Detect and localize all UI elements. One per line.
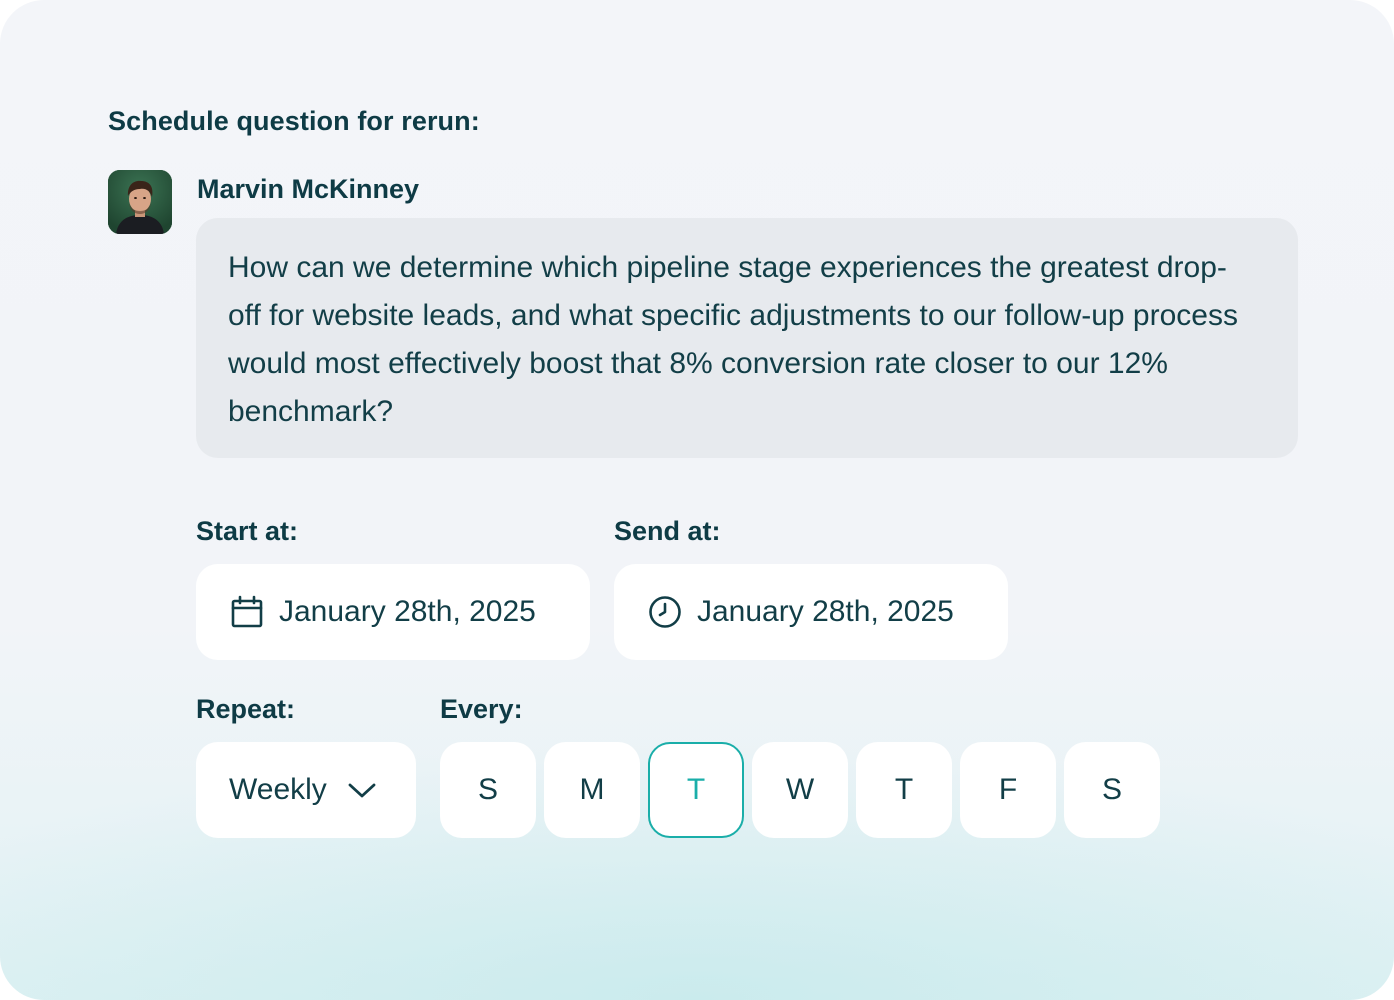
day-sunday-button[interactable]: S xyxy=(440,742,536,838)
question-text: How can we determine which pipeline stag… xyxy=(228,251,1238,428)
repeat-value: Weekly xyxy=(229,773,327,806)
chevron-down-icon xyxy=(347,775,377,805)
calendar-icon xyxy=(230,595,264,629)
every-label: Every: xyxy=(440,694,523,724)
repeat-dropdown[interactable]: Weekly xyxy=(196,742,416,838)
author-name: Marvin McKinney xyxy=(197,174,420,204)
clock-icon xyxy=(648,595,682,629)
day-thursday-button[interactable]: T xyxy=(856,742,952,838)
start-date-picker[interactable]: January 28th, 2025 xyxy=(196,564,590,660)
day-monday-button[interactable]: M xyxy=(544,742,640,838)
day-friday-button[interactable]: F xyxy=(960,742,1056,838)
schedule-card: Schedule question for rerun: Marvin McKi… xyxy=(0,0,1394,1000)
avatar xyxy=(108,170,172,234)
repeat-label: Repeat: xyxy=(196,694,296,724)
start-label: Start at: xyxy=(196,516,299,546)
page-title: Schedule question for rerun: xyxy=(108,106,480,136)
send-time-value: January 28th, 2025 xyxy=(697,595,954,628)
day-wednesday-button[interactable]: W xyxy=(752,742,848,838)
weekday-selector: S M T W T F S xyxy=(440,742,1160,838)
send-label: Send at: xyxy=(614,516,721,546)
question-bubble: How can we determine which pipeline stag… xyxy=(196,218,1298,458)
day-saturday-button[interactable]: S xyxy=(1064,742,1160,838)
day-tuesday-button[interactable]: T xyxy=(648,742,744,838)
start-date-value: January 28th, 2025 xyxy=(279,595,536,628)
send-time-picker[interactable]: January 28th, 2025 xyxy=(614,564,1008,660)
